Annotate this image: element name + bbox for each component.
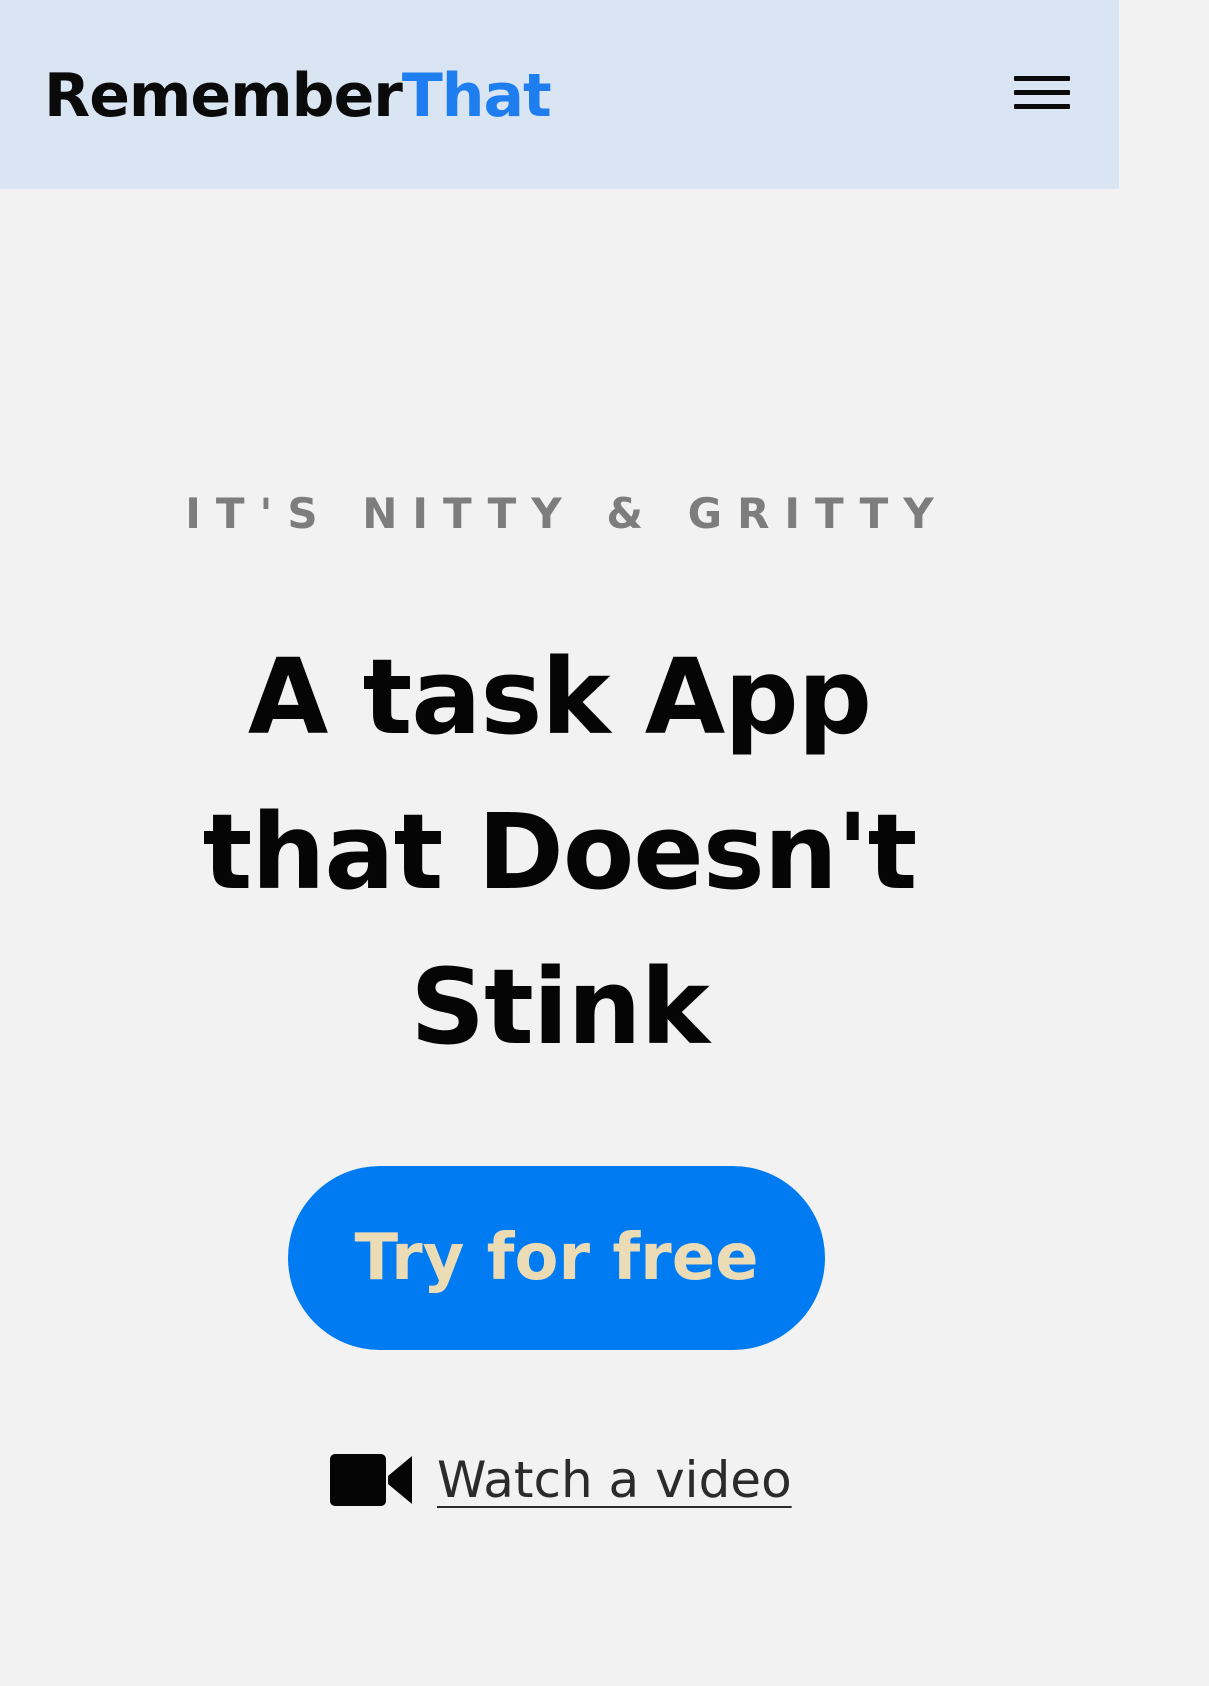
brand-logo[interactable]: RememberThat bbox=[44, 56, 552, 136]
brand-name-part1: Remember bbox=[44, 61, 403, 131]
headline-line: that Doesn't bbox=[202, 791, 918, 913]
hero-eyebrow: IT'S NITTY & GRITTY bbox=[185, 489, 949, 538]
brand-name-part2: That bbox=[401, 61, 552, 131]
menu-bar bbox=[1014, 76, 1070, 81]
try-for-free-button[interactable]: Try for free bbox=[288, 1166, 825, 1350]
headline-line: Stink bbox=[410, 946, 709, 1068]
hero-headline: A task App that Doesn't Stink bbox=[0, 620, 1119, 1085]
headline-line: A task App bbox=[247, 636, 872, 758]
menu-bar bbox=[1014, 104, 1070, 109]
watch-video-label[interactable]: Watch a video bbox=[437, 1451, 792, 1509]
watch-video-link[interactable]: Watch a video bbox=[330, 1440, 792, 1520]
site-header: RememberThat bbox=[0, 0, 1119, 189]
video-camera-icon bbox=[330, 1454, 412, 1506]
menu-bar bbox=[1014, 90, 1070, 95]
hamburger-menu-icon[interactable] bbox=[1010, 72, 1072, 118]
